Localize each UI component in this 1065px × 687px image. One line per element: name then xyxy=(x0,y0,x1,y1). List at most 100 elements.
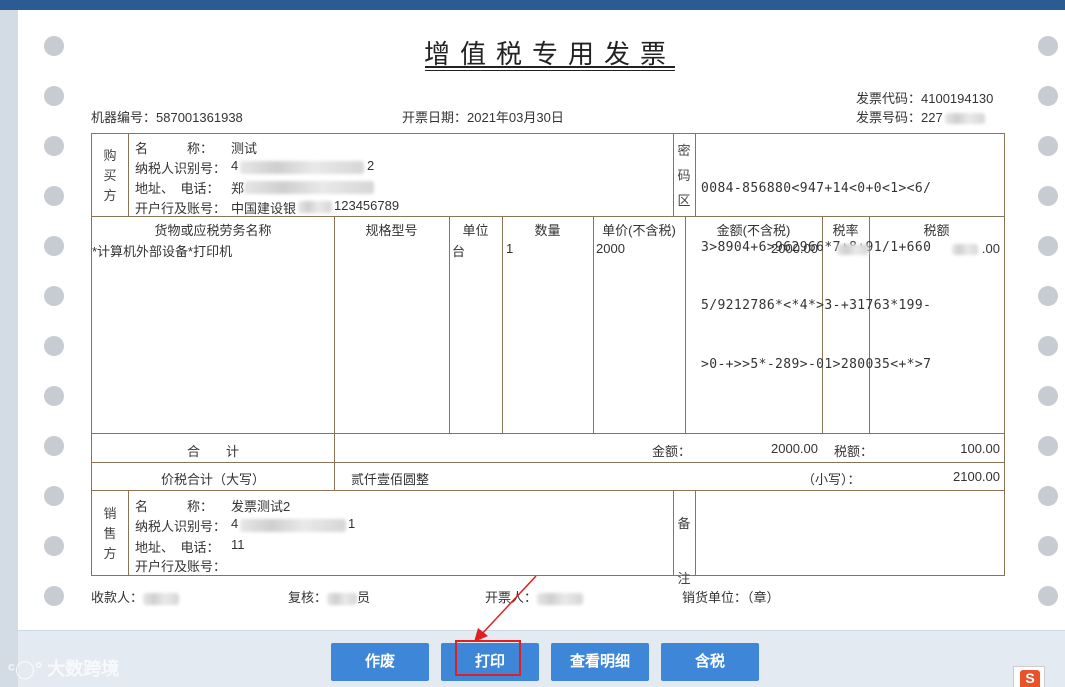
redacted-text xyxy=(244,181,374,194)
col-header-unit: 单位 xyxy=(462,223,489,238)
left-margin-strip xyxy=(0,10,18,687)
perforation-hole xyxy=(1038,586,1058,606)
void-button[interactable]: 作废 xyxy=(331,643,429,681)
perforation-hole xyxy=(44,186,64,206)
divider xyxy=(695,490,696,576)
buyer-address-label: 地址、 电话： xyxy=(135,181,220,196)
divider xyxy=(92,433,1004,434)
top-bar xyxy=(0,0,1065,10)
divider xyxy=(449,216,450,433)
perforation-hole xyxy=(44,486,64,506)
seller-tax-id-tail: 1 xyxy=(348,516,356,531)
payee-label: 收款人： xyxy=(91,590,144,605)
col-header-spec: 规格型号 xyxy=(365,223,418,238)
label-char: 销 xyxy=(103,506,117,521)
label-char: 备 xyxy=(677,516,691,531)
buyer-tax-id-label: 纳税人识别号： xyxy=(135,161,227,176)
label-char: 密 xyxy=(677,143,691,158)
cipher-line: >0-+>>5*-289>-01>280035<+*>7 xyxy=(701,356,932,372)
buyer-name-value: 测试 xyxy=(231,141,258,156)
perforation-hole xyxy=(1038,486,1058,506)
item-qty: 1 xyxy=(506,241,514,256)
grand-total-words: 贰仟壹佰圆整 xyxy=(351,472,430,487)
invoice-date-value: 2021年03月30日 xyxy=(467,110,564,125)
watermark: ᶜ◯° 大数跨境 xyxy=(8,655,119,681)
redacted-text xyxy=(944,113,985,125)
label-char: 码 xyxy=(677,168,691,183)
redacted-text xyxy=(537,592,584,605)
grand-total-small-value: 2100.00 xyxy=(953,469,1000,484)
invoice-code: 发票代码：4100194130 xyxy=(856,88,993,107)
perforation-hole xyxy=(1038,236,1058,256)
machine-number-value: 587001361938 xyxy=(156,110,243,125)
divider xyxy=(593,216,594,433)
divider xyxy=(128,134,129,216)
col-header-price: 单价(不含税) xyxy=(602,223,676,238)
totals-tax-label: 税额： xyxy=(834,444,874,459)
seller-name-label: 名 称： xyxy=(135,499,214,514)
buyer-address-value: 郑 xyxy=(231,181,245,196)
redacted-text xyxy=(837,244,869,255)
perforation-hole xyxy=(1038,86,1058,106)
view-detail-button[interactable]: 查看明细 xyxy=(551,643,649,681)
buyer-bank-label: 开户行及账号： xyxy=(135,201,227,216)
divider xyxy=(673,134,674,216)
seller-unit: 销货单位：（章） xyxy=(682,587,780,606)
watermark-logo-icon: ᶜ◯° xyxy=(8,659,43,679)
buyer-name-label: 名 称： xyxy=(135,141,214,156)
reviewer: 复核： 员 xyxy=(288,587,370,606)
item-unit: 台 xyxy=(452,244,466,259)
totals-tax-value: 100.00 xyxy=(960,441,1000,456)
grand-total-small-label: （小写）： xyxy=(802,472,861,487)
perforation-hole xyxy=(1038,336,1058,356)
machine-number: 机器编号：587001361938 xyxy=(91,107,243,126)
item-price: 2000 xyxy=(596,241,625,256)
col-header-amount: 金额(不含税) xyxy=(716,223,791,238)
divider xyxy=(128,490,129,576)
redacted-text xyxy=(327,592,358,605)
annotation-arrow-icon xyxy=(474,575,537,642)
sogou-ime-icon[interactable]: S xyxy=(1020,670,1040,687)
seller-tax-id-label: 纳税人识别号： xyxy=(135,519,227,534)
buyer-section-label: 购 买 方 xyxy=(102,146,118,206)
label-char: 买 xyxy=(103,168,117,183)
invoice-date-label: 开票日期： xyxy=(402,110,468,125)
seller-unit-label: 销货单位：（章） xyxy=(682,590,780,605)
perforation-hole xyxy=(1038,36,1058,56)
perforation-hole xyxy=(44,36,64,56)
perforation-hole xyxy=(1038,386,1058,406)
perforation-hole xyxy=(44,436,64,456)
seller-address-value: 11 xyxy=(231,537,245,552)
divider xyxy=(502,216,503,433)
divider xyxy=(673,490,674,576)
perforation-hole xyxy=(1038,536,1058,556)
invoice-code-value: 4100194130 xyxy=(921,91,994,106)
label-char: 售 xyxy=(103,526,117,541)
perforation-hole xyxy=(1038,286,1058,306)
col-header-qty: 数量 xyxy=(534,223,561,238)
perforation-hole xyxy=(44,86,64,106)
label-char: 方 xyxy=(103,188,117,203)
title-underline xyxy=(425,70,675,71)
seller-bank-label: 开户行及账号： xyxy=(135,559,227,574)
seller-tax-id-value: 4 xyxy=(231,516,239,531)
seller-section-label: 销 售 方 xyxy=(102,504,118,564)
item-amount: 2000.00 xyxy=(771,241,818,256)
col-header-tax: 税额 xyxy=(923,223,950,238)
divider xyxy=(92,490,1004,491)
col-header-rate: 税率 xyxy=(832,223,859,238)
redacted-text xyxy=(298,201,332,213)
redacted-text xyxy=(143,592,180,605)
perforation-hole xyxy=(44,236,64,256)
tax-inclusive-button[interactable]: 含税 xyxy=(661,643,759,681)
redacted-text xyxy=(240,161,364,174)
label-char: 方 xyxy=(103,546,117,561)
invoice-number-value: 227 xyxy=(921,110,943,125)
item-tax: .00 xyxy=(981,241,1000,256)
redacted-text xyxy=(240,519,346,532)
perforation-hole xyxy=(44,336,64,356)
ime-tray[interactable]: S xyxy=(1013,666,1045,687)
seller-name-value: 发票测试2 xyxy=(231,499,291,514)
totals-amount-value: 2000.00 xyxy=(771,441,818,456)
invoice-code-label: 发票代码： xyxy=(856,91,922,106)
